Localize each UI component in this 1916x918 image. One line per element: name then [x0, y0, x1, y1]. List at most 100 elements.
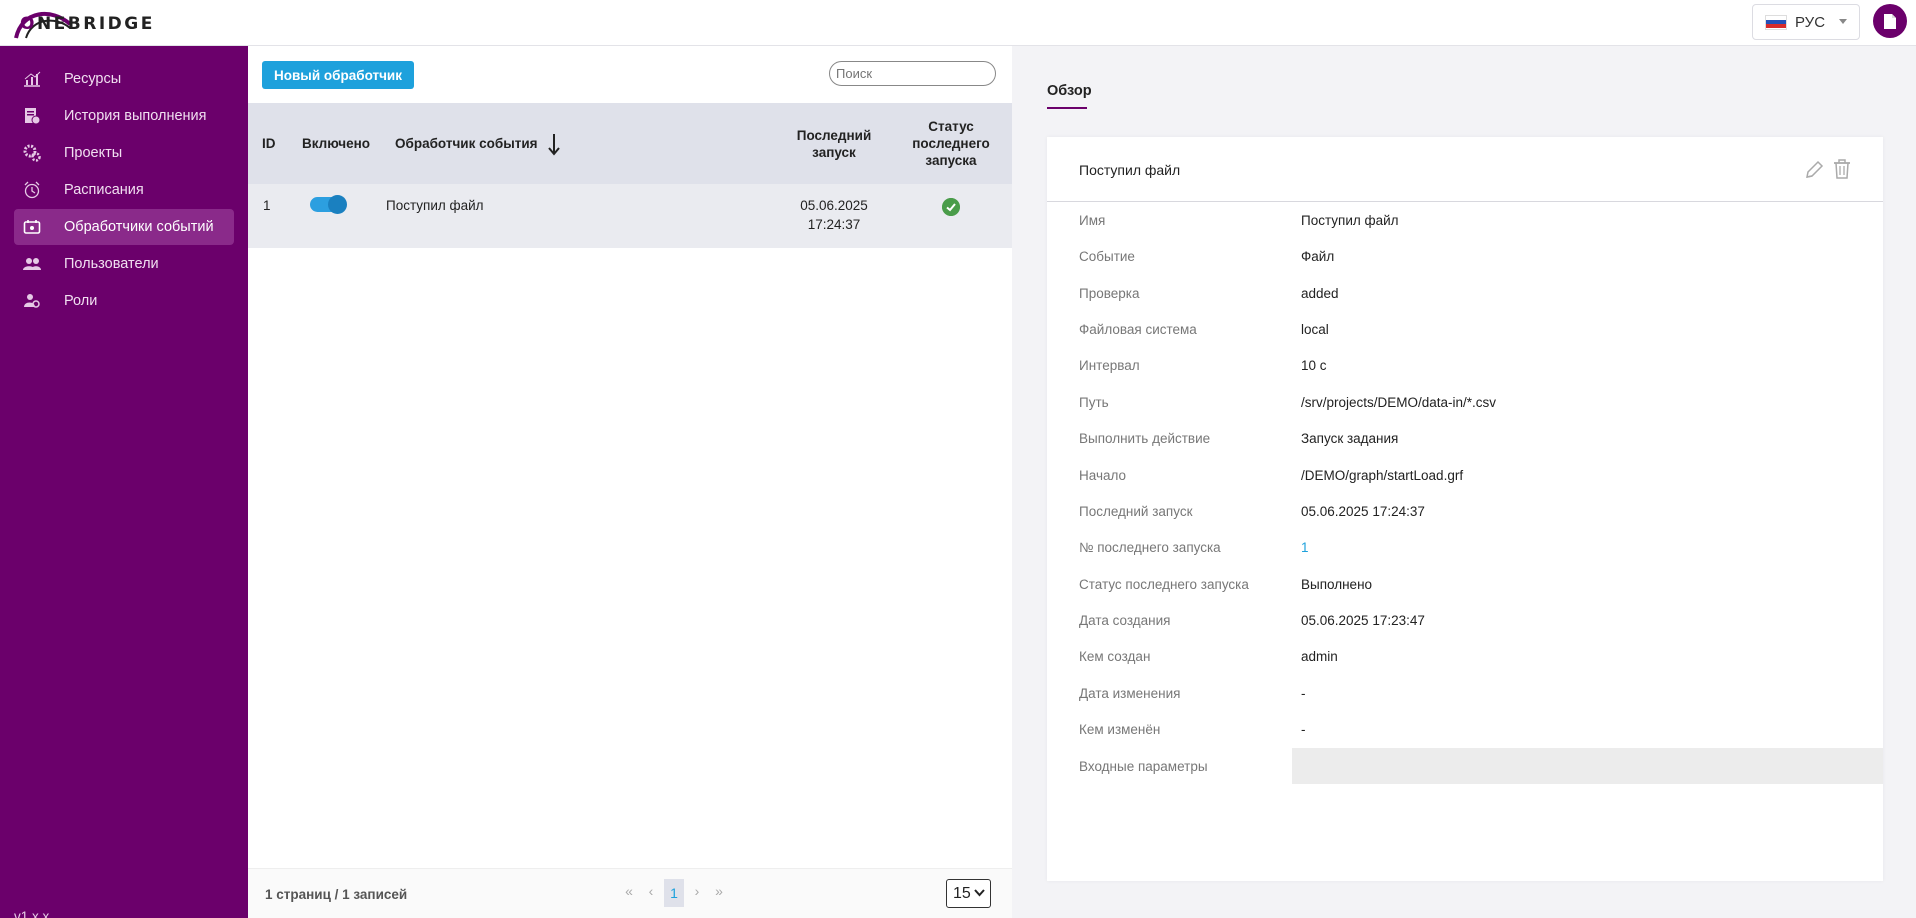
document-button[interactable]	[1873, 4, 1907, 38]
property-value: Выполнено	[1301, 577, 1373, 592]
row-id: 1	[263, 198, 271, 213]
property-value: admin	[1301, 649, 1338, 664]
toggle-knob	[328, 195, 347, 214]
tab-overview[interactable]: Обзор	[1047, 83, 1092, 99]
first-page-button[interactable]: «	[620, 883, 638, 899]
chevron-down-icon	[974, 889, 985, 897]
input-parameters-box	[1292, 748, 1883, 784]
sidebar-item-resources[interactable]: Ресурсы	[14, 61, 234, 97]
property-value: added	[1301, 286, 1339, 301]
sidebar-item-label: Пользователи	[64, 256, 159, 272]
column-last-status-line-1: Статус	[928, 119, 974, 134]
column-last-status-line-3: запуска	[925, 153, 977, 168]
current-page-button[interactable]: 1	[664, 879, 684, 907]
property-value: -	[1301, 722, 1306, 737]
property-label: № последнего запуска	[1079, 540, 1221, 555]
enabled-toggle[interactable]	[310, 195, 347, 214]
property-label: Статус последнего запуска	[1079, 577, 1249, 592]
sidebar: Ресурсы История выполнения Проекты Распи…	[0, 46, 248, 918]
property-value: /srv/projects/DEMO/data-in/*.csv	[1301, 395, 1497, 410]
table-header: ID Включено Обработчик события Последний…	[248, 103, 1012, 184]
property-label: Имя	[1079, 213, 1106, 228]
property-value: local	[1301, 322, 1329, 337]
sidebar-item-event-handlers[interactable]: Обработчики событий	[14, 209, 234, 245]
success-check-icon	[942, 198, 960, 216]
role-icon	[22, 291, 42, 311]
page-info: 1 страниц / 1 записей	[265, 887, 408, 902]
search-input[interactable]	[829, 61, 996, 86]
property-value: Файл	[1301, 249, 1335, 264]
property-label: Выполнить действие	[1079, 431, 1211, 446]
sidebar-item-projects[interactable]: Проекты	[14, 135, 234, 171]
logo-text: ONEBRIDGE	[20, 14, 155, 34]
chart-icon	[22, 69, 42, 89]
column-last-run-line-1: Последний	[796, 127, 872, 143]
property-value: -	[1301, 686, 1306, 701]
property-label: Последний запуск	[1079, 504, 1193, 519]
table-row[interactable]: 1 Поступил файл 05.06.2025 17:24:37	[248, 184, 1012, 248]
property-value: 05.06.2025 17:23:47	[1301, 613, 1425, 628]
row-last-run-date: 05.06.2025	[800, 198, 868, 213]
sidebar-item-label: Расписания	[64, 182, 144, 198]
event-handlers-list-panel: Новый обработчик ID Включено Обработчик …	[248, 46, 1012, 918]
language-label: РУС	[1795, 13, 1826, 31]
property-label: Проверка	[1079, 286, 1140, 301]
sidebar-item-label: История выполнения	[64, 108, 207, 124]
per-page-value: 15	[953, 884, 971, 902]
per-page-select[interactable]: 15	[946, 879, 991, 908]
property-label: Кем создан	[1079, 649, 1151, 664]
property-value: Поступил файл	[1301, 213, 1399, 228]
column-last-status[interactable]: Статус последнего запуска	[903, 103, 999, 184]
sidebar-item-label: Обработчики событий	[64, 219, 214, 235]
property-label: Входные параметры	[1079, 759, 1208, 774]
last-page-button[interactable]: »	[710, 883, 728, 899]
trash-icon[interactable]	[1832, 158, 1852, 180]
property-label: Путь	[1079, 395, 1109, 410]
document-icon	[1884, 13, 1896, 29]
detail-title: Поступил файл	[1079, 162, 1181, 178]
app-header: ONEBRIDGE РУС	[0, 0, 1916, 46]
gears-icon	[22, 143, 42, 163]
sidebar-item-label: Проекты	[64, 145, 123, 161]
alarm-icon	[22, 180, 42, 200]
column-last-status-line-2: последнего	[912, 136, 990, 151]
card-divider	[1047, 201, 1883, 202]
sidebar-item-roles[interactable]: Роли	[14, 283, 234, 319]
app-version: v1.x.x	[14, 909, 50, 918]
sidebar-item-history[interactable]: История выполнения	[14, 98, 234, 134]
property-value: 10 с	[1301, 358, 1327, 373]
sidebar-item-users[interactable]: Пользователи	[14, 246, 234, 282]
next-page-button[interactable]: ›	[688, 883, 706, 899]
sidebar-item-schedules[interactable]: Расписания	[14, 172, 234, 208]
last-run-number-link[interactable]: 1	[1301, 540, 1309, 555]
column-enabled[interactable]: Включено	[302, 103, 370, 184]
pagination-footer: 1 страниц / 1 записей « ‹ 1 › » 15	[248, 868, 1012, 918]
event-icon	[22, 217, 42, 237]
edit-icon[interactable]	[1803, 159, 1825, 181]
property-label: Событие	[1079, 249, 1135, 264]
column-id[interactable]: ID	[262, 103, 276, 184]
caret-down-icon	[1839, 19, 1847, 24]
prev-page-button[interactable]: ‹	[642, 883, 660, 899]
property-value: 05.06.2025 17:24:37	[1301, 504, 1425, 519]
russia-flag-icon	[1765, 14, 1787, 30]
column-handler[interactable]: Обработчик события	[395, 103, 560, 184]
sidebar-item-label: Роли	[64, 293, 98, 309]
sidebar-item-label: Ресурсы	[64, 71, 122, 87]
new-handler-button[interactable]: Новый обработчик	[262, 61, 414, 89]
property-label: Файловая система	[1079, 322, 1197, 337]
property-label: Интервал	[1079, 358, 1140, 373]
active-tab-indicator	[1047, 107, 1087, 109]
column-last-run[interactable]: Последний запуск	[786, 103, 882, 184]
property-label: Дата изменения	[1079, 686, 1181, 701]
history-icon	[22, 106, 42, 126]
handler-detail-card: Поступил файл Имя Поступил файл Событие …	[1047, 137, 1883, 881]
property-label: Кем изменён	[1079, 722, 1161, 737]
column-handler-label: Обработчик события	[395, 136, 538, 151]
property-label: Начало	[1079, 468, 1127, 483]
property-label: Дата создания	[1079, 613, 1171, 628]
property-value: /DEMO/graph/startLoad.grf	[1301, 468, 1464, 483]
row-handler-name: Поступил файл	[386, 198, 484, 213]
language-selector[interactable]: РУС	[1752, 4, 1860, 40]
sort-descending-icon[interactable]	[547, 132, 560, 156]
